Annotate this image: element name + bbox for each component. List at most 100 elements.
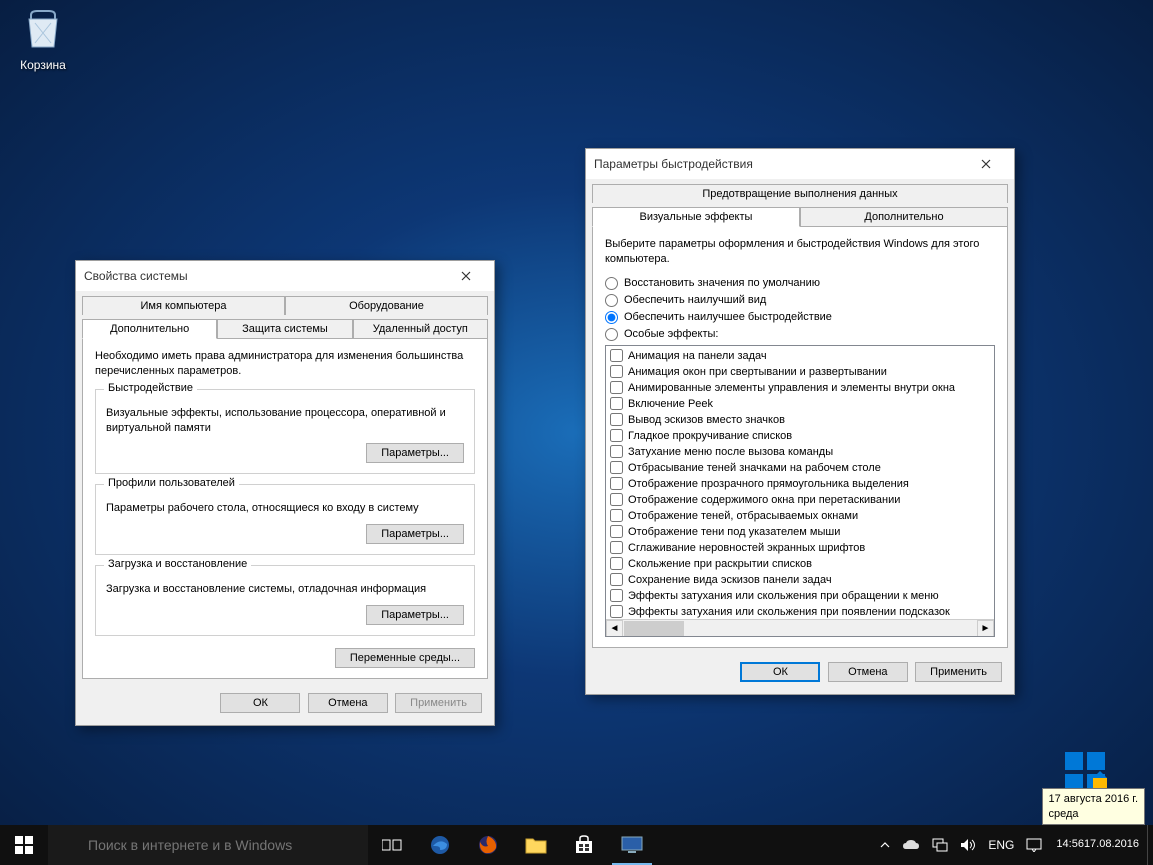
titlebar[interactable]: Параметры быстродействия — [586, 149, 1014, 179]
radio-input[interactable] — [605, 277, 618, 290]
effect-checkbox[interactable] — [610, 397, 623, 410]
window-title: Свойства системы — [84, 269, 188, 283]
start-button[interactable] — [0, 825, 48, 865]
tab[interactable]: Защита системы — [217, 319, 352, 338]
titlebar[interactable]: Свойства системы — [76, 261, 494, 291]
scroll-thumb[interactable] — [624, 621, 684, 636]
performance-settings-button[interactable]: Параметры... — [366, 443, 464, 463]
tray-network[interactable] — [926, 825, 954, 865]
tab[interactable]: Удаленный доступ — [353, 319, 488, 338]
tray-volume[interactable] — [954, 825, 982, 865]
effect-checkbox[interactable] — [610, 349, 623, 362]
tab[interactable]: Дополнительно — [800, 207, 1008, 226]
effect-checkbox[interactable] — [610, 493, 623, 506]
effect-checkbox[interactable] — [610, 461, 623, 474]
ok-button[interactable]: ОК — [220, 693, 300, 713]
task-view-button[interactable] — [368, 825, 416, 865]
tab[interactable]: Предотвращение выполнения данных — [592, 184, 1008, 203]
clock-time: 14:56 — [1056, 838, 1084, 851]
apply-button[interactable]: Применить — [915, 662, 1002, 682]
effect-item[interactable]: Отображение тени под указателем мыши — [606, 524, 994, 540]
groupbox-legend: Быстродействие — [104, 382, 197, 394]
effect-item[interactable]: Сглаживание неровностей экранных шрифтов — [606, 540, 994, 556]
close-icon — [461, 271, 471, 281]
radio-input[interactable] — [605, 294, 618, 307]
effect-item[interactable]: Отображение теней, отбрасываемых окнами — [606, 508, 994, 524]
groupbox-startup-recovery: Загрузка и восстановление Загрузка и вос… — [95, 565, 475, 636]
effect-item[interactable]: Скольжение при раскрытии списков — [606, 556, 994, 572]
effect-checkbox[interactable] — [610, 541, 623, 554]
startup-settings-button[interactable]: Параметры... — [366, 605, 464, 625]
taskbar-app-store[interactable] — [560, 825, 608, 865]
effect-item[interactable]: Анимация окон при свертывании и разверты… — [606, 364, 994, 380]
tray-onedrive[interactable] — [896, 825, 926, 865]
groupbox-performance: Быстродействие Визуальные эффекты, испол… — [95, 389, 475, 475]
tab[interactable]: Визуальные эффекты — [592, 207, 800, 227]
effect-item[interactable]: Сохранение вида эскизов панели задач — [606, 572, 994, 588]
effect-item[interactable]: Затухание меню после вызова команды — [606, 444, 994, 460]
profiles-settings-button[interactable]: Параметры... — [366, 524, 464, 544]
effect-checkbox[interactable] — [610, 605, 623, 618]
tray-expand-button[interactable] — [874, 825, 896, 865]
radio-option[interactable]: Особые эффекты: — [605, 328, 995, 341]
effect-item[interactable]: Анимированные элементы управления и элем… — [606, 380, 994, 396]
effect-checkbox[interactable] — [610, 413, 623, 426]
radio-option[interactable]: Восстановить значения по умолчанию — [605, 277, 995, 290]
effect-item[interactable]: Анимация на панели задач — [606, 348, 994, 364]
effect-label: Отбрасывание теней значками на рабочем с… — [628, 460, 881, 476]
effect-checkbox[interactable] — [610, 445, 623, 458]
taskbar-app-edge[interactable] — [416, 825, 464, 865]
effect-item[interactable]: Гладкое прокручивание списков — [606, 428, 994, 444]
scroll-left-arrow[interactable]: ◄ — [606, 620, 623, 637]
search-wrap — [48, 825, 368, 865]
radio-option[interactable]: Обеспечить наилучший вид — [605, 294, 995, 307]
effect-item[interactable]: Отображение содержимого окна при перетас… — [606, 492, 994, 508]
effect-checkbox[interactable] — [610, 365, 623, 378]
dialog-buttons: ОК Отмена Применить — [586, 654, 1014, 694]
effect-item[interactable]: Отбрасывание теней значками на рабочем с… — [606, 460, 994, 476]
radio-input[interactable] — [605, 328, 618, 341]
effect-label: Анимация на панели задач — [628, 348, 767, 364]
taskbar-app-firefox[interactable] — [464, 825, 512, 865]
apply-button[interactable]: Применить — [395, 693, 482, 713]
cancel-button[interactable]: Отмена — [308, 693, 388, 713]
ok-button[interactable]: ОК — [740, 662, 820, 682]
tray-action-center[interactable] — [1020, 825, 1048, 865]
effect-item[interactable]: Включение Peek — [606, 396, 994, 412]
search-input[interactable] — [48, 825, 368, 865]
effect-label: Эффекты затухания или скольжения при обр… — [628, 588, 939, 604]
effect-checkbox[interactable] — [610, 381, 623, 394]
horizontal-scrollbar[interactable]: ◄ ► — [606, 619, 994, 636]
tab-row-2: ДополнительноЗащита системыУдаленный дос… — [76, 314, 494, 338]
show-desktop-button[interactable] — [1147, 825, 1153, 865]
groupbox-user-profiles: Профили пользователей Параметры рабочего… — [95, 484, 475, 555]
cancel-button[interactable]: Отмена — [828, 662, 908, 682]
taskbar-app-active[interactable] — [608, 825, 656, 865]
effect-item[interactable]: Эффекты затухания или скольжения при поя… — [606, 604, 994, 620]
effect-checkbox[interactable] — [610, 509, 623, 522]
effect-item[interactable]: Эффекты затухания или скольжения при обр… — [606, 588, 994, 604]
effect-checkbox[interactable] — [610, 429, 623, 442]
close-button[interactable] — [966, 151, 1006, 177]
effect-checkbox[interactable] — [610, 525, 623, 538]
effect-checkbox[interactable] — [610, 573, 623, 586]
tray-clock[interactable]: 14:56 17.08.2016 — [1048, 825, 1147, 865]
tab[interactable]: Оборудование — [285, 296, 488, 315]
desktop-icon-recycle-bin[interactable]: Корзина — [5, 5, 81, 72]
close-button[interactable] — [446, 263, 486, 289]
tray-language[interactable]: ENG — [982, 825, 1020, 865]
firefox-icon — [477, 834, 499, 856]
effect-checkbox[interactable] — [610, 477, 623, 490]
effect-item[interactable]: Отображение прозрачного прямоугольника в… — [606, 476, 994, 492]
environment-variables-button[interactable]: Переменные среды... — [335, 648, 475, 668]
effect-item[interactable]: Вывод эскизов вместо значков — [606, 412, 994, 428]
speaker-icon — [960, 838, 976, 852]
taskbar-app-explorer[interactable] — [512, 825, 560, 865]
tab[interactable]: Имя компьютера — [82, 296, 285, 315]
effect-checkbox[interactable] — [610, 589, 623, 602]
scroll-right-arrow[interactable]: ► — [977, 620, 994, 637]
radio-option[interactable]: Обеспечить наилучшее быстродействие — [605, 311, 995, 324]
radio-input[interactable] — [605, 311, 618, 324]
effect-checkbox[interactable] — [610, 557, 623, 570]
tab[interactable]: Дополнительно — [82, 319, 217, 339]
